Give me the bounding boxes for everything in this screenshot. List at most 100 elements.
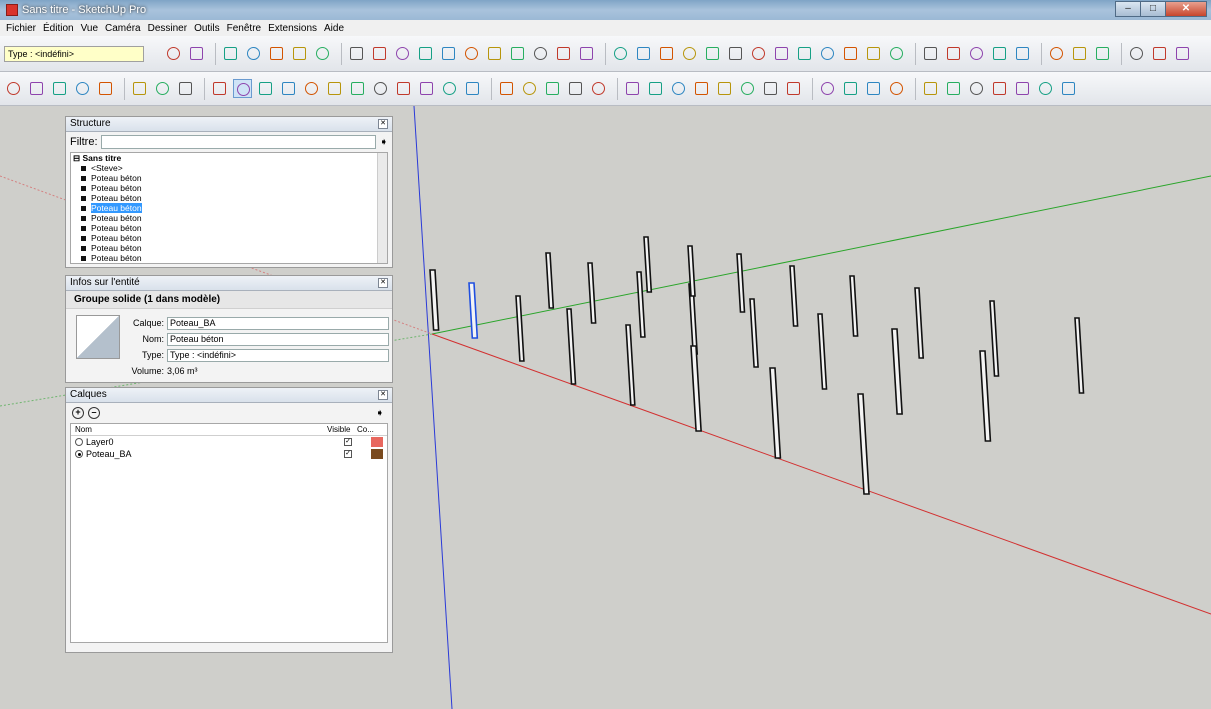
toolbar-tool-icon[interactable] [967, 79, 986, 98]
pillar[interactable] [1074, 317, 1085, 394]
toolbar-tool-icon[interactable] [554, 44, 573, 63]
toolbar-tool-icon[interactable] [577, 44, 596, 63]
pillar[interactable] [979, 350, 992, 442]
toolbar-tool-icon[interactable] [267, 44, 286, 63]
toolbar-tool-icon[interactable] [187, 44, 206, 63]
toolbar-tool-icon[interactable] [611, 44, 630, 63]
panel-close-icon[interactable]: ✕ [378, 278, 388, 288]
toolbar-tool-icon[interactable] [210, 79, 229, 98]
pillar[interactable] [468, 282, 479, 339]
toolbar-tool-icon[interactable] [497, 79, 516, 98]
toolbar-tool-icon[interactable] [921, 79, 940, 98]
toolbar-tool-icon[interactable] [967, 44, 986, 63]
toolbar-tool-icon[interactable] [325, 79, 344, 98]
filter-input[interactable] [100, 135, 376, 149]
toolbar-tool-icon[interactable] [153, 79, 172, 98]
tree-item[interactable]: Poteau béton [71, 203, 387, 213]
toolbar-tool-icon[interactable] [589, 79, 608, 98]
toolbar-tool-icon[interactable] [313, 44, 332, 63]
col-nom[interactable]: Nom [75, 425, 92, 434]
structure-header[interactable]: Structure ✕ [66, 117, 392, 132]
toolbar-tool-icon[interactable] [841, 79, 860, 98]
pillar[interactable] [736, 253, 746, 313]
toolbar-tool-icon[interactable] [370, 44, 389, 63]
toolbar-tool-icon[interactable] [543, 79, 562, 98]
pillar[interactable] [817, 313, 828, 390]
toolbar-tool-icon[interactable] [347, 44, 366, 63]
tree-root[interactable]: ⊟ Sans titre [71, 153, 387, 163]
pillar[interactable] [566, 308, 577, 385]
toolbar-tool-icon[interactable] [784, 79, 803, 98]
toolbar-tool-icon[interactable] [462, 44, 481, 63]
pillar[interactable] [690, 345, 702, 432]
toolbar-tool-icon[interactable] [921, 44, 940, 63]
toolbar-tool-icon[interactable] [96, 79, 115, 98]
toolbar-tool-icon[interactable] [864, 44, 883, 63]
menu-dessiner[interactable]: Dessiner [148, 23, 187, 34]
toolbar-tool-icon[interactable] [772, 44, 791, 63]
pillar[interactable] [769, 367, 782, 459]
maximize-button[interactable]: □ [1140, 1, 1166, 17]
layers-header[interactable]: Calques ✕ [66, 388, 392, 403]
toolbar-tool-icon[interactable] [50, 79, 69, 98]
type-select[interactable]: Type : <indéfini> [167, 348, 389, 362]
toolbar-tool-icon[interactable] [623, 79, 642, 98]
material-swatch[interactable] [76, 315, 120, 359]
pillar[interactable] [587, 262, 597, 324]
toolbar-tool-icon[interactable] [795, 44, 814, 63]
visible-checkbox[interactable]: ✓ [344, 450, 352, 458]
layer-row[interactable]: Poteau_BA ✓ [71, 448, 387, 460]
toolbar-tool-icon[interactable] [176, 79, 195, 98]
toolbar-tool-icon[interactable] [394, 79, 413, 98]
pillar[interactable] [914, 287, 925, 359]
toolbar-tool-icon[interactable] [703, 44, 722, 63]
toolbar-tool-icon[interactable] [1173, 44, 1192, 63]
toolbar-tool-icon[interactable] [944, 44, 963, 63]
toolbar-tool-icon[interactable] [566, 79, 585, 98]
toolbar-tool-icon[interactable] [1150, 44, 1169, 63]
tree-item[interactable]: <Steve> [71, 163, 387, 173]
layer-color-swatch[interactable] [371, 449, 383, 459]
toolbar-tool-icon[interactable] [371, 79, 390, 98]
minimize-button[interactable]: – [1115, 1, 1141, 17]
tree-item[interactable]: Poteau béton [71, 183, 387, 193]
close-button[interactable]: ✕ [1165, 1, 1207, 17]
tree-item[interactable]: Poteau béton [71, 173, 387, 183]
col-color[interactable]: Co... [357, 425, 374, 434]
toolbar-tool-icon[interactable] [1070, 44, 1089, 63]
toolbar-tool-icon[interactable] [244, 44, 263, 63]
toolbar-tool-icon[interactable] [27, 79, 46, 98]
toolbar-tool-icon[interactable] [818, 79, 837, 98]
layers-details-icon[interactable]: ➧ [376, 408, 384, 419]
menu-outils[interactable]: Outils [194, 23, 220, 34]
tree-item[interactable]: Poteau béton [71, 213, 387, 223]
toolbar-tool-icon[interactable] [440, 79, 459, 98]
remove-layer-icon[interactable]: – [88, 407, 100, 419]
toolbar-tool-icon[interactable] [726, 44, 745, 63]
pillar[interactable] [636, 271, 646, 338]
menu-edition[interactable]: Édition [43, 23, 74, 34]
tree-item[interactable]: Poteau béton [71, 253, 387, 263]
toolbar-tool-icon[interactable] [738, 79, 757, 98]
add-layer-icon[interactable]: + [72, 407, 84, 419]
menu-vue[interactable]: Vue [81, 23, 98, 34]
pillar[interactable] [891, 328, 903, 415]
pillar[interactable] [515, 295, 525, 362]
col-visible[interactable]: Visible [327, 425, 350, 434]
pillar[interactable] [849, 275, 859, 337]
menu-extensions[interactable]: Extensions [268, 23, 317, 34]
toolbar-tool-icon[interactable] [393, 44, 412, 63]
toolbar-tool-icon[interactable] [463, 79, 482, 98]
toolbar-tool-icon[interactable] [749, 44, 768, 63]
toolbar-tool-icon[interactable] [761, 79, 780, 98]
nom-input[interactable]: Poteau béton [167, 332, 389, 346]
toolbar-tool-icon[interactable] [279, 79, 298, 98]
menu-fichier[interactable]: Fichier [6, 23, 36, 34]
toolbar-tool-icon[interactable] [1127, 44, 1146, 63]
toolbar-tool-icon[interactable] [485, 44, 504, 63]
entity-header[interactable]: Infos sur l'entité ✕ [66, 276, 392, 291]
details-arrow-icon[interactable]: ➧ [380, 137, 388, 148]
menu-fenetre[interactable]: Fenêtre [227, 23, 261, 34]
toolbar-tool-icon[interactable] [657, 44, 676, 63]
calque-select[interactable]: Poteau_BA [167, 316, 389, 330]
